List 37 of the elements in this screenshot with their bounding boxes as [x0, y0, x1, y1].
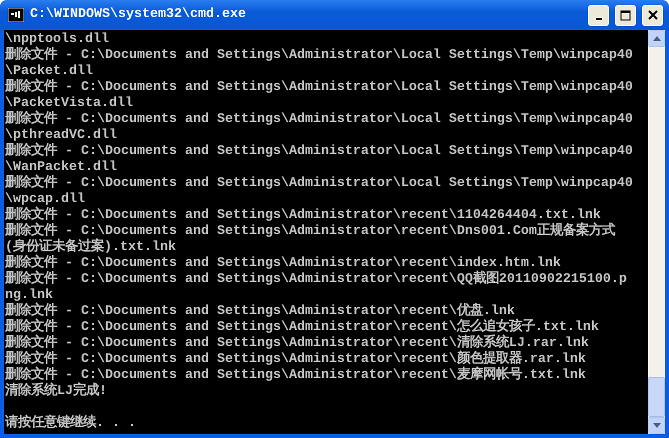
close-icon — [648, 10, 658, 20]
console-line: (身份证未备过案).txt.lnk — [5, 240, 176, 255]
console-line: 清除系统LJ完成! — [5, 384, 107, 400]
scrollbar-thumb[interactable] — [648, 377, 665, 417]
console-line: \WanPacket.dll — [5, 160, 117, 175]
console-line: \pthreadVC.dll — [5, 128, 117, 143]
console-line: 删除文件 - C:\Documents and Settings\Administrator\recent\index.htm.lnk — [5, 256, 561, 271]
console-line: 删除文件 - C:\Documents and Settings\Administrator\Local Settings\Temp\winpcap40 — [5, 144, 633, 160]
scroll-down-button[interactable] — [648, 417, 665, 434]
console-line: 删除文件 - C:\Documents and Settings\Administrator\Local Settings\Temp\winpcap40 — [5, 176, 633, 192]
console-line: 删除文件 - C:\Documents and Settings\Administrator\recent\优盘.lnk — [5, 304, 515, 319]
console-line: 删除文件 - C:\Documents and Settings\Administrator\recent\1104264404.txt.lnk — [5, 208, 601, 223]
console-line: 删除文件 - C:\Documents and Settings\Administrator\recent\麦摩网帐号.txt.lnk — [5, 368, 586, 383]
console-line: 删除文件 - C:\Documents and Settings\Administrator\Local Settings\Temp\winpcap40 — [5, 48, 633, 64]
console-line: 删除文件 - C:\Documents and Settings\Administrator\recent\Dns001.Com正规备案方式 — [5, 224, 615, 239]
console-line: \PacketVista.dll — [5, 96, 133, 111]
window-title: C:\WINDOWS\system32\cmd.exe — [30, 6, 246, 24]
console-line: \npptools.dll — [5, 32, 109, 47]
console-line: 删除文件 - C:\Documents and Settings\Administrator\recent\颜色提取器.rar.lnk — [5, 352, 586, 367]
console-line: \wpcap.dll — [5, 192, 85, 207]
up-arrow-icon — [652, 36, 660, 41]
console-icon — [8, 8, 24, 22]
console-line: ng.lnk — [5, 288, 53, 303]
down-arrow-icon — [652, 423, 660, 428]
console-line: 删除文件 - C:\Documents and Settings\Administrator\Local Settings\Temp\winpcap40 — [5, 80, 633, 96]
close-button[interactable] — [642, 4, 663, 26]
console-prompt: 请按任意键继续. . . — [5, 416, 136, 432]
maximize-icon — [620, 10, 631, 20]
console-line: \Packet.dll — [5, 64, 93, 79]
maximize-button[interactable] — [615, 4, 636, 26]
console-line: 删除文件 - C:\Documents and Settings\Administrator\Local Settings\Temp\winpcap40 — [5, 112, 633, 128]
console-line: 删除文件 - C:\Documents and Settings\Administrator\recent\清除系统LJ.rar.lnk — [5, 336, 589, 351]
minimize-button[interactable] — [588, 4, 609, 26]
console-line: 删除文件 - C:\Documents and Settings\Administrator\recent\QQ截图20110902215100.p — [5, 272, 627, 288]
minimize-icon — [596, 18, 602, 20]
console-line: 删除文件 - C:\Documents and Settings\Administrator\recent\怎么追女孩子.txt.lnk — [5, 320, 599, 335]
scroll-up-button[interactable] — [648, 30, 665, 47]
